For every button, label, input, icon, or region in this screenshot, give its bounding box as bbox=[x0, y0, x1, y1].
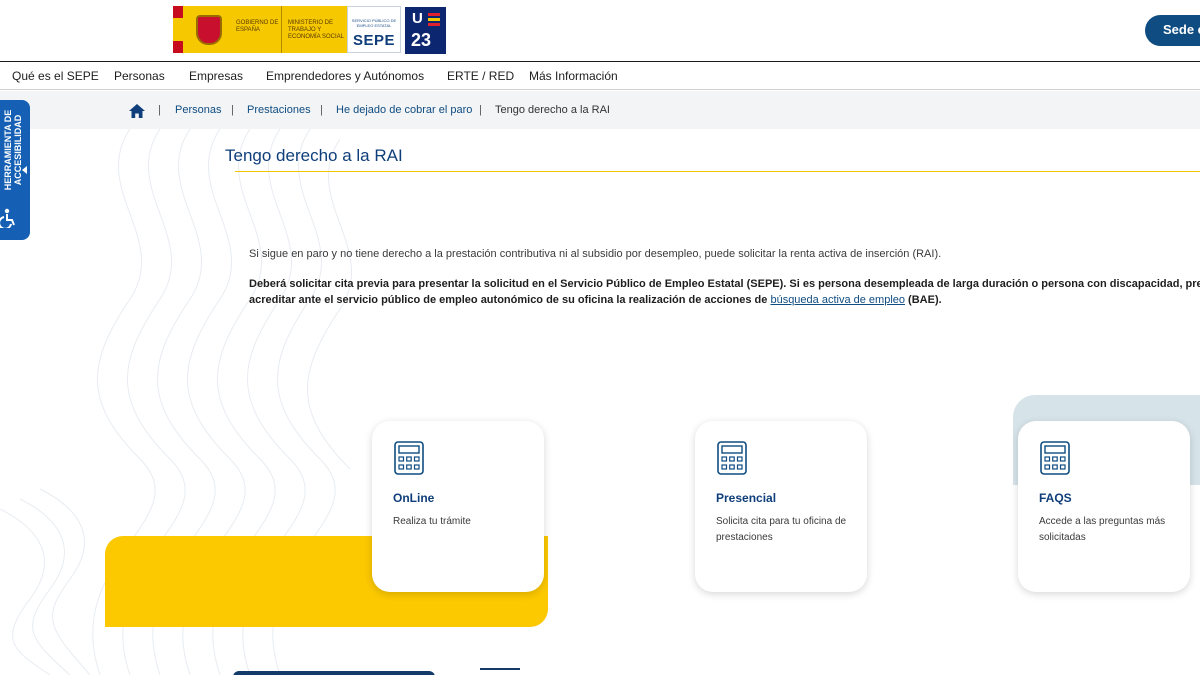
ue-number: 23 bbox=[411, 30, 432, 50]
faqs-card-title: FAQS bbox=[1039, 491, 1072, 505]
cita-previa-line2: acreditar ante el servicio público de em… bbox=[249, 292, 1200, 308]
ministerio-label: MINISTERIO DE TRABAJO Y ECONOMÍA SOCIAL bbox=[281, 6, 347, 53]
cita-previa-line1: Deberá solicitar cita previa para presen… bbox=[249, 278, 1200, 290]
breadcrumb-personas[interactable]: Personas bbox=[175, 104, 221, 116]
ue-letter: U bbox=[412, 10, 423, 27]
accessibility-label-line2: ACCESIBILIDAD bbox=[13, 114, 23, 186]
title-divider bbox=[235, 171, 1200, 172]
presencial-card-desc: Solicita cita para tu oficina de prestac… bbox=[716, 516, 847, 543]
main-nav: Qué es el SEPE Personas Empresas Emprend… bbox=[0, 61, 1200, 90]
site-header: GOBIERNO DE ESPAÑA MINISTERIO DE TRABAJO… bbox=[0, 0, 1200, 61]
presencial-card[interactable]: Presencial Solicita cita para tu oficina… bbox=[695, 421, 867, 592]
nav-item-mas-informacion[interactable]: Más Información bbox=[529, 69, 618, 83]
spain-coat-of-arms-icon bbox=[173, 6, 232, 53]
accessibility-label-line1: HERRAMIENTA DE bbox=[3, 109, 13, 191]
accessibility-label: HERRAMIENTA DE ACCESIBILIDAD bbox=[0, 100, 26, 200]
calculator-icon bbox=[717, 441, 747, 475]
breadcrumb-separator: | bbox=[158, 104, 161, 116]
sepe-logo: SERVICIO PÚBLICO DE EMPLEO ESTATAL SEPE bbox=[347, 6, 401, 53]
wheelchair-icon bbox=[0, 208, 15, 228]
online-card-desc: Realiza tu trámite bbox=[393, 516, 471, 527]
next-section-header bbox=[233, 671, 435, 675]
nav-item-erte-red[interactable]: ERTE / RED bbox=[447, 69, 514, 83]
breadcrumb-current: Tengo derecho a la RAI bbox=[495, 104, 610, 116]
calculator-icon bbox=[394, 441, 424, 475]
sepe-wordmark: SEPE bbox=[352, 32, 396, 49]
faqs-card-desc: Accede a las preguntas más solicitadas bbox=[1039, 516, 1166, 543]
eu-presidency-logo: U 23 bbox=[405, 7, 446, 54]
breadcrumb-dejado-cobrar-paro[interactable]: He dejado de cobrar el paro bbox=[336, 104, 472, 116]
ue-bars-icon bbox=[428, 13, 440, 28]
presencial-card-title: Presencial bbox=[716, 491, 777, 505]
calculator-icon bbox=[1040, 441, 1070, 475]
cita-previa-line2-end: (BAE). bbox=[905, 294, 942, 306]
sepe-fullname: SERVICIO PÚBLICO DE EMPLEO ESTATAL bbox=[351, 18, 397, 28]
breadcrumb-separator: | bbox=[479, 104, 482, 116]
gobierno-label: GOBIERNO DE ESPAÑA bbox=[232, 6, 281, 53]
nav-item-emprendedores[interactable]: Emprendedores y Autónomos bbox=[266, 69, 424, 83]
online-card-title: OnLine bbox=[393, 491, 435, 505]
nav-item-personas[interactable]: Personas bbox=[114, 69, 165, 83]
government-logo[interactable]: GOBIERNO DE ESPAÑA MINISTERIO DE TRABAJO… bbox=[173, 6, 401, 53]
intro-paragraph: Si sigue en paro y no tiene derecho a la… bbox=[249, 248, 942, 260]
next-section-text-stub bbox=[480, 668, 520, 675]
home-icon[interactable] bbox=[129, 104, 145, 118]
nav-item-que-es-sepe[interactable]: Qué es el SEPE bbox=[12, 69, 99, 83]
breadcrumb-separator: | bbox=[320, 104, 323, 116]
sede-electronica-button[interactable]: Sede el bbox=[1145, 15, 1200, 46]
busqueda-activa-empleo-link[interactable]: búsqueda activa de empleo bbox=[770, 294, 905, 306]
cita-previa-line2-text: acreditar ante el servicio público de em… bbox=[249, 294, 771, 306]
breadcrumb: | Personas | Prestaciones | He dejado de… bbox=[0, 91, 1200, 129]
online-card[interactable]: OnLine Realiza tu trámite bbox=[372, 421, 544, 592]
page-title: Tengo derecho a la RAI bbox=[225, 146, 403, 165]
chevron-left-icon[interactable] bbox=[22, 166, 27, 174]
cita-previa-paragraph: Deberá solicitar cita previa para presen… bbox=[249, 276, 1200, 308]
breadcrumb-prestaciones[interactable]: Prestaciones bbox=[247, 104, 311, 116]
nav-item-empresas[interactable]: Empresas bbox=[189, 69, 243, 83]
breadcrumb-separator: | bbox=[231, 104, 234, 116]
faqs-card[interactable]: FAQS Accede a las preguntas más solicita… bbox=[1018, 421, 1190, 592]
